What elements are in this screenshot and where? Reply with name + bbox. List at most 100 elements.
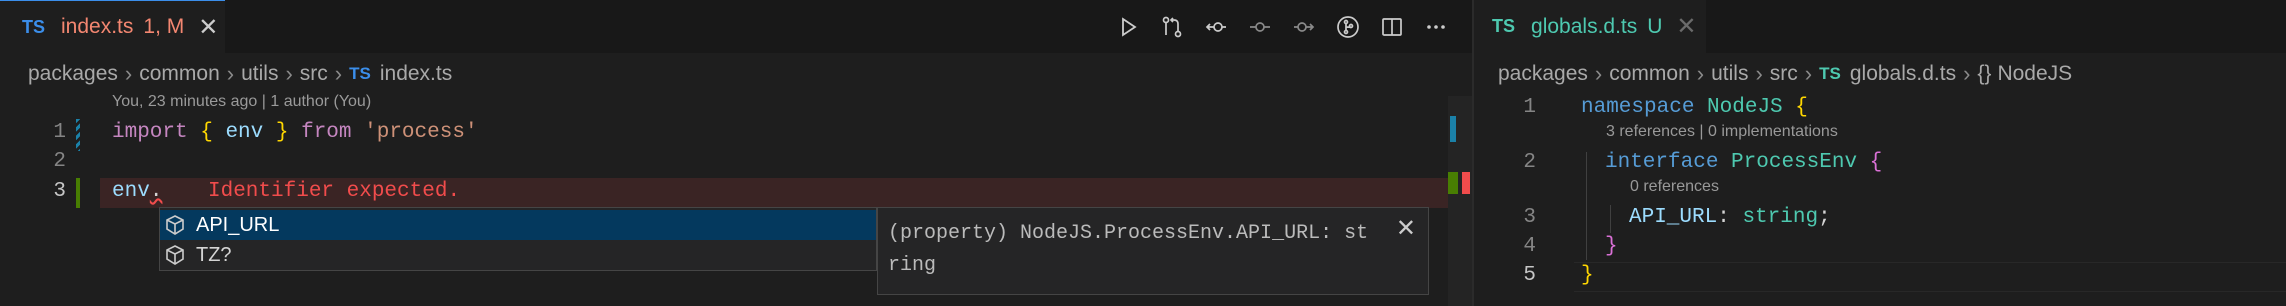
brace: } (275, 121, 289, 144)
git-commit-icon[interactable] (1238, 0, 1282, 53)
keyword: namespace (1581, 96, 1695, 119)
breadcrumb-item[interactable]: packages (1498, 62, 1588, 86)
line-number-active: 5 (1523, 264, 1536, 287)
code-line-3[interactable]: API_URL: string; (1629, 206, 1831, 229)
go-back-icon[interactable] (1194, 0, 1238, 53)
namespace-icon: {} (1977, 62, 1992, 85)
git-graph-icon[interactable] (1326, 0, 1370, 53)
chevron-right-icon: › (1963, 61, 1971, 86)
ruler-modified-marker (1450, 116, 1456, 142)
keyword: import (112, 121, 188, 144)
property-name: API_URL (1629, 206, 1718, 229)
breadcrumb-item[interactable]: common (139, 62, 220, 86)
right-tab-bar: TS globals.d.ts U ✕ (1474, 0, 2286, 53)
breadcrumb-item[interactable]: utils (1711, 62, 1748, 86)
breadcrumb-item[interactable]: common (1609, 62, 1690, 86)
chevron-right-icon: › (285, 61, 293, 86)
right-editor-group: TS globals.d.ts U ✕ packages › common › ut… (1474, 0, 2286, 306)
dot: . (149, 180, 163, 203)
suggestion-item[interactable]: API_URL (160, 210, 876, 240)
line-number: 2 (53, 150, 66, 173)
string-literal: 'process' (364, 121, 478, 144)
code-line-3[interactable]: env. (112, 180, 162, 203)
identifier: env (225, 121, 264, 144)
git-blame-codelens[interactable]: You, 23 minutes ago | 1 author (You) (112, 93, 371, 111)
tab-globals-d-ts[interactable]: TS globals.d.ts U ✕ (1474, 0, 1706, 53)
typescript-file-icon: TS (22, 16, 46, 37)
chevron-right-icon: › (226, 61, 235, 86)
code-line-5[interactable]: } (1581, 264, 1594, 287)
compare-changes-icon[interactable] (1150, 0, 1194, 53)
gutter-modified-indicator (76, 119, 80, 151)
breadcrumb-item[interactable]: src (1770, 62, 1798, 86)
tab-filename: globals.d.ts (1531, 14, 1638, 38)
line-number: 2 (1523, 151, 1536, 174)
gutter-added-indicator (76, 178, 80, 208)
left-editor-group: TS index.ts 1, M ✕ packages › common › u… (0, 0, 1472, 306)
run-icon[interactable] (1106, 0, 1150, 53)
breadcrumb-item[interactable]: utils (241, 62, 278, 86)
interface-name: ProcessEnv (1731, 151, 1858, 174)
keyword: interface (1605, 151, 1719, 174)
breadcrumb-file[interactable]: index.ts (380, 62, 452, 86)
suggest-widget: API_URL TZ? (159, 207, 877, 271)
close-icon[interactable]: ✕ (1676, 12, 1696, 41)
ruler-error-marker (1462, 172, 1470, 194)
property-cube-icon (166, 215, 184, 235)
references-codelens[interactable]: 3 references | 0 implementations (1606, 123, 1838, 141)
breadcrumb-file[interactable]: globals.d.ts (1850, 62, 1956, 86)
current-line-highlight (1574, 262, 2286, 292)
suggest-details: (property) NodeJS.ProcessEnv.API_URL: st… (877, 207, 1429, 295)
go-forward-icon[interactable] (1282, 0, 1326, 53)
code-line-4[interactable]: } (1605, 235, 1618, 258)
close-icon[interactable]: ✕ (1396, 214, 1416, 243)
line-number: 1 (1523, 96, 1536, 119)
overview-ruler[interactable] (1448, 96, 1472, 306)
code-line-1[interactable]: import { env } from 'process' (112, 121, 478, 144)
property-cube-icon (166, 245, 184, 265)
tab-filename: index.ts (61, 15, 134, 38)
inline-error-message: Identifier expected. (208, 180, 461, 203)
ruler-added-marker (1448, 172, 1458, 194)
identifier: env (112, 180, 150, 203)
namespace-name: NodeJS (1707, 96, 1783, 119)
suggestion-label: TZ? (196, 243, 232, 266)
typescript-file-icon: TS (1819, 64, 1841, 83)
references-codelens[interactable]: 0 references (1630, 178, 1719, 196)
more-actions-icon[interactable] (1414, 0, 1458, 53)
code-line-1[interactable]: namespace NodeJS { (1581, 96, 1808, 119)
chevron-right-icon: › (1804, 61, 1813, 86)
brace: { (200, 121, 213, 144)
line-number-active: 3 (53, 180, 66, 203)
tab-status: U (1647, 14, 1663, 38)
suggestion-item[interactable]: TZ? (160, 240, 876, 270)
editor-actions (1106, 0, 1458, 53)
colon: : (1717, 206, 1730, 229)
chevron-right-icon: › (1696, 61, 1705, 86)
tab-index-ts[interactable]: TS index.ts 1, M ✕ (0, 0, 225, 53)
breadcrumb-symbol[interactable]: NodeJS (1997, 62, 2072, 86)
chevron-right-icon: › (1755, 61, 1763, 86)
line-number: 4 (1523, 235, 1536, 258)
line-number: 1 (53, 121, 66, 144)
code-line-2[interactable]: interface ProcessEnv { (1605, 151, 1882, 174)
details-signature: (property) NodeJS.ProcessEnv.API_URL: st… (888, 222, 1369, 277)
brace: { (1869, 151, 1883, 174)
chevron-right-icon: › (334, 61, 343, 86)
line-number: 3 (1523, 206, 1536, 229)
chevron-right-icon: › (1594, 61, 1603, 86)
typescript-file-icon: TS (1492, 16, 1516, 36)
breadcrumb-item[interactable]: src (300, 62, 328, 86)
close-icon[interactable]: ✕ (198, 13, 218, 42)
brace: { (1795, 96, 1808, 119)
type-name: string (1742, 206, 1819, 229)
brace: } (1605, 235, 1618, 258)
semicolon: ; (1818, 206, 1831, 229)
keyword: from (301, 121, 352, 144)
chevron-right-icon: › (124, 61, 133, 86)
split-editor-icon[interactable] (1370, 0, 1414, 53)
breadcrumb-item[interactable]: packages (28, 62, 118, 86)
indent-guide (1586, 152, 1587, 260)
brace: } (1581, 264, 1594, 287)
left-tab-bar: TS index.ts 1, M ✕ (0, 0, 1472, 53)
